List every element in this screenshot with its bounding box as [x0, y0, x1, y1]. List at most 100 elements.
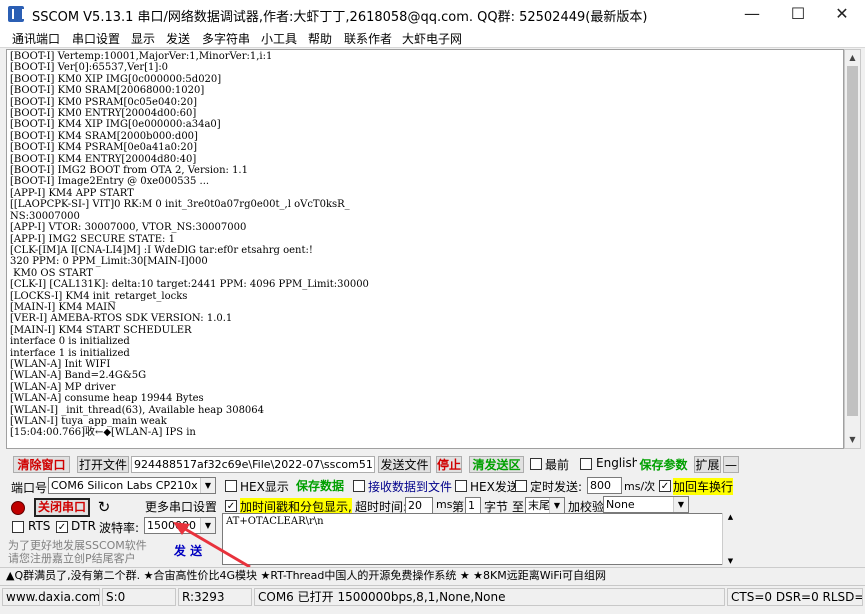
menu-help[interactable]: 帮助 [308, 30, 332, 47]
terminal-line: [15:04:00.766]收←◆[WLAN-A] IPS in [10, 427, 196, 439]
chevron-down-icon: ▼ [200, 478, 215, 493]
terminal-line: [BOOT-I] KM4 XIP IMG[0e000000:a34a0] [10, 119, 221, 131]
hex-send-checkbox[interactable] [455, 480, 467, 492]
status-port-state: COM6 已打开 1500000bps,8,1,None,None [254, 588, 725, 606]
terminal-line: 320 PPM: 0 PPM_Limit:30[MAIN-I]000 [10, 256, 208, 268]
app-icon [8, 6, 24, 22]
timed-send-checkbox[interactable] [515, 480, 527, 492]
terminal-line: [WLAN-A] Init WIFI [10, 358, 111, 370]
end-select-value: 末尾 [528, 499, 550, 512]
terminal-line: [WLAN-I] tuya_app_main weak [10, 416, 167, 427]
status-signals: CTS=0 DSR=0 RLSD= [727, 588, 863, 606]
file-path-field[interactable]: 924488517af32c69e\File\2022-07\sscom51.i… [131, 456, 375, 473]
menu-serial-settings[interactable]: 串口设置 [72, 30, 120, 47]
hint-line-1: 为了更好地发展SSCOM软件 [8, 539, 147, 552]
add-crlf-label: 加回车换行 [673, 478, 734, 495]
terminal-line: [WLAN-A] Band=2.4G&5G [10, 370, 147, 382]
scroll-thumb[interactable] [847, 66, 858, 416]
clear-window-button[interactable]: 清除窗口 [13, 456, 70, 473]
terminal-line: [BOOT-I] KM4 PSRAM[0e0a41a0:20] [10, 142, 197, 154]
menu-multi-string[interactable]: 多字符串 [202, 30, 250, 47]
terminal-line: [APP-I] IMG2 SECURE STATE: 1 [10, 233, 175, 245]
timed-interval-input[interactable]: 800 [587, 477, 622, 494]
topmost-checkbox[interactable] [530, 458, 542, 470]
title-bar: SSCOM V5.13.1 串口/网络数据调试器,作者:大虾丁丁,2618058… [0, 0, 865, 28]
add-crlf-checkbox[interactable]: ✓ [659, 480, 671, 492]
port-status-icon [11, 501, 25, 515]
terminal-line: [BOOT-I] Vertemp:10001,MajorVer:1,MinorV… [10, 51, 273, 62]
hex-send-label: HEX发送 [470, 480, 519, 494]
refresh-icon[interactable]: ↻ [94, 498, 114, 516]
rts-checkbox[interactable] [12, 521, 24, 533]
open-file-button[interactable]: 打开文件 [77, 456, 129, 473]
terminal-scrollbar[interactable]: ▲ ▼ [844, 49, 861, 449]
hex-display-checkbox[interactable] [225, 480, 237, 492]
terminal-line: [CLK-I] [CAL131K]: delta:10 target:2441 … [10, 279, 369, 291]
dtr-checkbox[interactable]: ✓ [56, 521, 68, 533]
menu-display[interactable]: 显示 [131, 30, 155, 47]
close-port-button[interactable]: 关闭串口 [34, 498, 90, 517]
english-checkbox[interactable] [580, 458, 592, 470]
terminal-line: [APP-I] VTOR: 30007000, VTOR_NS:30007000 [10, 222, 247, 234]
terminal-line: [WLAN-A] MP driver [10, 381, 116, 393]
timed-unit-label: ms/次 [624, 480, 656, 493]
menu-daxia-site[interactable]: 大虾电子网 [402, 30, 462, 47]
menu-contact[interactable]: 联系作者 [344, 30, 392, 47]
terminal-line: [WLAN-I] _init_thread(63), Available hea… [10, 404, 265, 416]
terminal-line: KM0 OS START [10, 267, 93, 279]
menu-tools[interactable]: 小工具 [261, 30, 297, 47]
status-bar: www.daxia.com S:0 R:3293 COM6 已打开 150000… [0, 585, 865, 607]
terminal-line: [BOOT-I] KM0 ENTRY[20004d00:60] [10, 108, 197, 120]
hex-display-label: HEX显示 [240, 480, 289, 494]
terminal-line: [BOOT-I] KM0 XIP IMG[0c000000:5d020] [10, 73, 222, 85]
hint-line-2: 请您注册嘉立创P结尾客户 [8, 552, 136, 565]
recv-to-file-checkbox[interactable] [353, 480, 365, 492]
scroll-up-arrow-icon[interactable]: ▲ [723, 513, 738, 521]
byte-index-input[interactable]: 1 [465, 497, 481, 514]
terminal-line: interface 1 is initialized [10, 347, 130, 359]
terminal-line: [BOOT-I] KM4 SRAM[2000b000:d00] [10, 130, 198, 142]
scroll-down-arrow-icon[interactable]: ▼ [845, 432, 860, 448]
stop-button[interactable]: 停止 [436, 456, 462, 473]
terminal-line: [LOCKS-I] KM4 init_retarget_locks [10, 290, 188, 302]
english-label: English [596, 456, 640, 470]
send-text-area[interactable]: AT+OTACLEAR\r\n [222, 513, 736, 565]
recv-to-file-label: 接收数据到文件 [368, 480, 453, 494]
more-serial-settings-button[interactable]: 更多串口设置 [144, 498, 217, 515]
receive-terminal[interactable]: [BOOT-I] Vertemp:10001,MajorVer:1,MinorV… [6, 49, 844, 449]
close-button[interactable]: ✕ [819, 0, 865, 28]
dtr-label: DTR [71, 519, 96, 533]
scroll-up-arrow-icon[interactable]: ▲ [845, 50, 860, 66]
save-data-button[interactable]: 保存数据 [293, 477, 347, 494]
timestamp-checkbox[interactable]: ✓ [225, 500, 237, 512]
expand-button[interactable]: 扩展 [694, 456, 721, 473]
terminal-line: interface 0 is initialized [10, 336, 130, 348]
ad-banner[interactable]: ▲Q群满员了,没有第二个群. ★合宙高性价比4G模块 ★RT-Thread中国人… [0, 567, 865, 583]
maximize-button[interactable]: ☐ [775, 0, 821, 28]
port-select[interactable]: COM6 Silicon Labs CP210x U ▼ [48, 477, 216, 494]
end-select[interactable]: 末尾 ▼ [525, 497, 565, 514]
terminal-line: [[LAOPCPK-SI-] VIT]0 RK:M 0 init_3re0t0a… [10, 199, 350, 211]
rts-label: RTS [28, 519, 51, 533]
terminal-line: [BOOT-I] KM4 ENTRY[20004d80:40] [10, 153, 197, 165]
terminal-line: [BOOT-I] Ver[0]:65537,Ver[1]:0 [10, 62, 169, 74]
timed-send-label: 定时发送: [530, 480, 583, 494]
send-file-button[interactable]: 发送文件 [378, 456, 431, 473]
scroll-down-arrow-icon[interactable]: ▼ [723, 557, 738, 565]
menu-comm-port[interactable]: 通讯端口 [12, 30, 60, 47]
menu-send[interactable]: 发送 [166, 30, 190, 47]
terminal-line: [VER-I] AMEBA-RTOS SDK VERSION: 1.0.1 [10, 313, 233, 325]
clear-send-area-button[interactable]: 清发送区 [469, 456, 524, 473]
window-title: SSCOM V5.13.1 串口/网络数据调试器,作者:大虾丁丁,2618058… [32, 10, 648, 25]
checksum-select[interactable]: None ▼ [603, 496, 689, 513]
terminal-line: [WLAN-A] consume heap 19944 Bytes [10, 393, 204, 405]
status-website[interactable]: www.daxia.com [2, 588, 100, 606]
topmost-label: 最前 [545, 458, 570, 472]
checksum-select-value: None [606, 498, 635, 511]
send-area-scrollbar[interactable]: ▲ ▼ [722, 513, 737, 565]
timeout-input[interactable]: 20 [405, 497, 433, 514]
collapse-button[interactable]: — [723, 456, 739, 473]
save-params-button[interactable]: 保存参数 [637, 456, 690, 473]
terminal-line: [MAIN-I] KM4 START SCHEDULER [10, 324, 192, 336]
minimize-button[interactable]: — [729, 0, 775, 28]
